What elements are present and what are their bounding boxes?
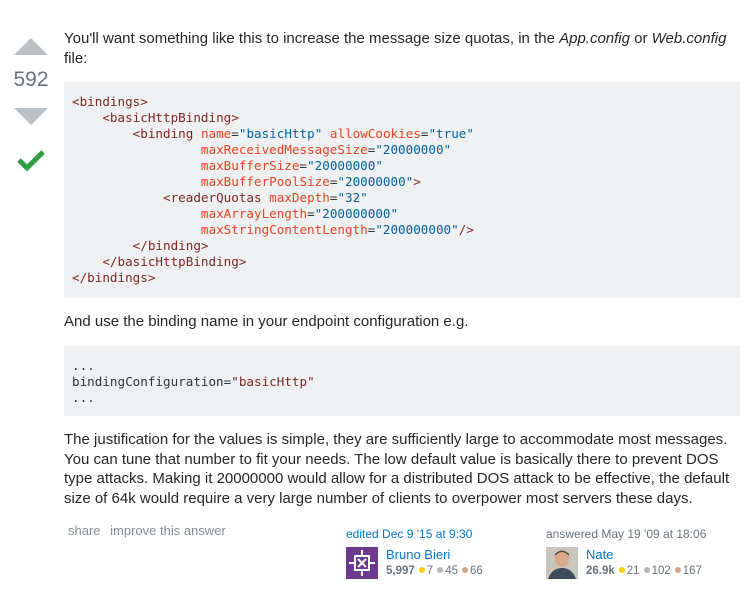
edited-timestamp[interactable]: edited Dec 9 '15 at 9:30 <box>346 527 472 541</box>
gold-badge-icon <box>618 567 625 574</box>
answer-paragraph-endpoint: And use the binding name in your endpoin… <box>64 313 469 330</box>
answer-paragraph-intro: You'll want something like this to incre… <box>64 30 727 67</box>
checkmark-icon <box>17 150 45 172</box>
vote-count: 592 <box>13 68 49 91</box>
vote-up-arrow-icon[interactable] <box>14 38 48 55</box>
silver-badge-icon <box>643 567 650 574</box>
author-name-link[interactable]: Nate <box>586 547 613 562</box>
answer-paragraph-justification: The justification for the values is simp… <box>64 431 730 507</box>
avatar[interactable] <box>546 547 578 579</box>
author-reputation: 26.9k 21 102 167 <box>586 565 702 577</box>
post-menu: share improve this answer <box>68 523 232 538</box>
answered-signature: answered May 19 '09 at 18:06 Nate 26.9k 2… <box>546 527 707 579</box>
answered-timestamp: answered May 19 '09 at 18:06 <box>546 527 707 541</box>
code-block-endpoint: ... bindingConfiguration="basicHttp" ... <box>64 346 740 416</box>
silver-badge-icon <box>437 567 444 574</box>
bronze-badge-icon <box>674 567 681 574</box>
gold-badge-icon <box>418 567 425 574</box>
improve-answer-link[interactable]: improve this answer <box>110 523 226 538</box>
editor-reputation: 5,997 7 45 66 <box>386 565 483 577</box>
editor-name-link[interactable]: Bruno Bieri <box>386 547 450 562</box>
vote-down-arrow-icon[interactable] <box>14 108 48 125</box>
share-link[interactable]: share <box>68 523 101 538</box>
bronze-badge-icon <box>461 567 468 574</box>
code-block-bindings: <bindings> <basicHttpBinding> <binding n… <box>64 82 740 298</box>
edited-signature: edited Dec 9 '15 at 9:30 Bruno Bieri 5,9… <box>346 527 483 579</box>
avatar[interactable] <box>346 547 378 579</box>
